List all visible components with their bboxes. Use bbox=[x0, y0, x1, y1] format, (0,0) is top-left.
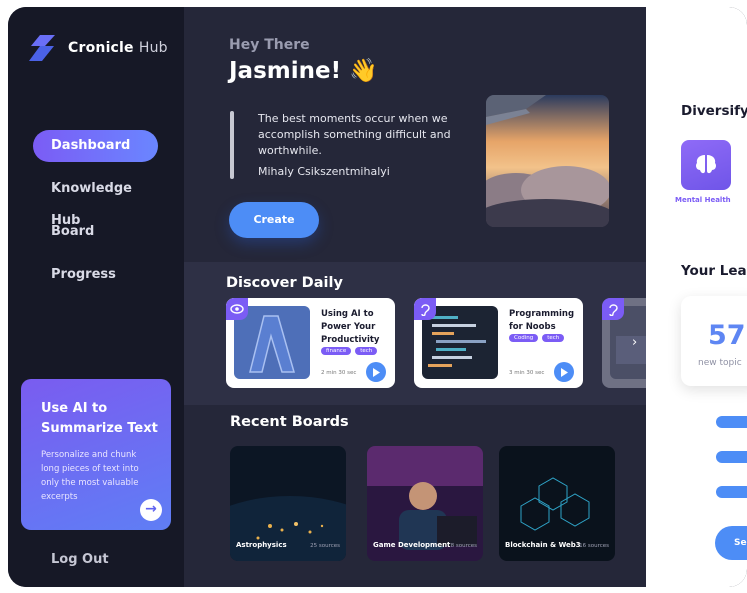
nav-dashboard[interactable]: Dashboard bbox=[33, 130, 158, 162]
quote-text: The best moments occur when we accomplis… bbox=[258, 112, 451, 157]
main-panel: Hey There Jasmine! 👋 The best moments oc… bbox=[184, 7, 662, 587]
quote-divider bbox=[230, 111, 234, 179]
quote-author: Mihaly Csikszentmihalyi bbox=[258, 165, 390, 178]
topics-label: new topic bbox=[698, 358, 742, 368]
board-sources: 8 sources bbox=[450, 543, 477, 549]
board-name: Blockchain & Web3 bbox=[505, 541, 581, 549]
arrow-right-icon[interactable]: → bbox=[140, 499, 162, 521]
search-button[interactable]: Se bbox=[715, 526, 747, 560]
app-window: Cronicle Hub Dashboard Knowledge Hub Boa… bbox=[8, 7, 747, 587]
discover-title: Discover Daily bbox=[226, 275, 343, 291]
your-learning-title: Your Lear bbox=[681, 263, 747, 279]
ai-card-title: Use AI to Summarize Text bbox=[41, 401, 158, 436]
dollar-icon: $ bbox=[684, 480, 698, 504]
board-sources: 25 sources bbox=[310, 543, 340, 549]
progress-bar bbox=[716, 416, 747, 428]
board-name: Game Development bbox=[373, 541, 451, 549]
card-duration: 3 min 30 sec bbox=[509, 370, 545, 376]
tag[interactable]: tech bbox=[542, 334, 565, 342]
board-sources: 16 sources bbox=[579, 543, 609, 549]
diversify-title: Diversify bbox=[681, 103, 747, 119]
sidebar-nav: Dashboard Knowledge Hub Board Progress bbox=[33, 130, 158, 302]
progress-bar bbox=[716, 486, 747, 498]
bolt-logo-icon bbox=[29, 35, 55, 61]
recent-boards-title: Recent Boards bbox=[230, 414, 349, 430]
sidebar: Cronicle Hub Dashboard Knowledge Hub Boa… bbox=[8, 7, 184, 587]
discover-card[interactable]: Programming for Noobs Coding tech 3 min … bbox=[414, 298, 583, 388]
chevron-right-icon[interactable]: › bbox=[632, 335, 637, 350]
nav-knowledge-hub[interactable]: Knowledge Hub bbox=[33, 173, 158, 228]
discover-card[interactable]: Using AI to Power Your Productivity fina… bbox=[226, 298, 395, 388]
create-button[interactable]: Create bbox=[229, 202, 319, 238]
ai-summarize-card[interactable]: Use AI to Summarize Text Personalize and… bbox=[21, 379, 171, 530]
right-panel: Diversify Mental Health Your Lear 57 new… bbox=[646, 7, 747, 587]
greeting-name: Jasmine! 👋 bbox=[229, 58, 378, 84]
play-icon[interactable] bbox=[366, 362, 386, 382]
board-card[interactable]: Game Development 8 sources bbox=[367, 446, 483, 561]
category-label: Mental Health bbox=[675, 196, 731, 204]
card-title: Using AI to Power Your Productivity bbox=[321, 309, 380, 345]
hero-image-clouds bbox=[486, 95, 609, 227]
logout-link[interactable]: Log Out bbox=[51, 552, 109, 567]
tag[interactable]: Coding bbox=[509, 334, 539, 342]
greeting-small: Hey There bbox=[229, 37, 310, 53]
ear-icon bbox=[602, 298, 624, 320]
ai-card-description: Personalize and chunk long pieces of tex… bbox=[41, 450, 139, 502]
topics-count: 57 bbox=[708, 320, 746, 351]
tag[interactable]: finance bbox=[321, 347, 352, 355]
card-tags: finance tech bbox=[321, 347, 378, 355]
brand-name: Cronicle Hub bbox=[68, 40, 168, 56]
brain-icon bbox=[676, 407, 706, 437]
eye-icon bbox=[226, 298, 248, 320]
tag[interactable]: tech bbox=[355, 347, 378, 355]
board-card[interactable]: Blockchain & Web3 16 sources bbox=[499, 446, 615, 561]
progress-bar bbox=[716, 451, 747, 463]
board-name: Astrophysics bbox=[236, 541, 287, 549]
card-duration: 2 min 30 sec bbox=[321, 370, 357, 376]
board-card[interactable]: Astrophysics 25 sources bbox=[230, 446, 346, 561]
card-tags: Coding tech bbox=[509, 334, 565, 342]
brain-icon bbox=[696, 155, 716, 174]
nav-progress[interactable]: Progress bbox=[33, 259, 158, 291]
new-topics-card: 57 new topic bbox=[681, 296, 747, 386]
mental-health-category[interactable] bbox=[681, 140, 731, 190]
play-icon[interactable] bbox=[554, 362, 574, 382]
dumbbell-icon bbox=[676, 442, 706, 472]
ear-icon bbox=[414, 298, 436, 320]
card-title: Programming for Noobs bbox=[509, 309, 575, 332]
logo[interactable]: Cronicle Hub bbox=[28, 34, 168, 62]
